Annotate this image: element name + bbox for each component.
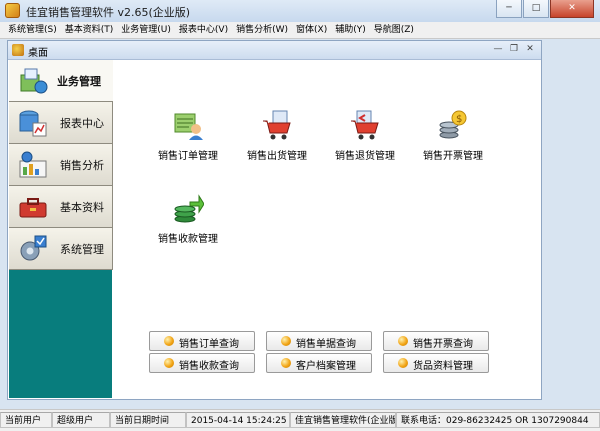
- status-user-value: 超级用户: [52, 412, 110, 428]
- sales-shipment-management[interactable]: 销售出货管理: [234, 109, 320, 169]
- quick-button-label: 销售单据查询: [296, 339, 356, 350]
- sidebar-item-business[interactable]: 业务管理: [9, 60, 113, 102]
- sidebar-item-label: 业务管理: [57, 75, 101, 88]
- menu-bar: 系统管理(S) 基本资料(T) 业务管理(U) 报表中心(V) 销售分析(W) …: [0, 22, 600, 39]
- quick-button-label: 销售收款查询: [179, 361, 239, 372]
- quick-button-label: 销售订单查询: [179, 339, 239, 350]
- customer-file-button[interactable]: 客户档案管理: [266, 353, 372, 373]
- function-label: 销售订单管理: [158, 151, 218, 162]
- desktop-title: 桌面: [28, 48, 48, 59]
- status-contact: 联系电话：029-86232425 OR 1307290844: [396, 412, 600, 428]
- sales-receipt-management[interactable]: 销售收款管理: [145, 192, 231, 252]
- sales-receipt-icon: [174, 194, 204, 223]
- sidebar-item-label: 报表中心: [60, 117, 104, 130]
- sales-order-query-button[interactable]: 销售订单查询: [149, 331, 255, 351]
- goods-data-button[interactable]: 货品资料管理: [383, 353, 489, 373]
- sidebar: 业务管理 报表中心 销售分析 基本资料 系统管理: [9, 60, 113, 398]
- minimize-icon[interactable]: ─: [496, 0, 522, 18]
- bullet-icon: [164, 336, 174, 346]
- sales-return-icon: [351, 110, 379, 140]
- status-date-value: 2015-04-14 15:24:25: [186, 412, 290, 428]
- sales-invoice-icon: $: [439, 110, 467, 139]
- status-bar: 当前用户 超级用户 当前日期时间 2015-04-14 15:24:25 佳宜销…: [0, 409, 600, 431]
- title-bar: 佳宜销售管理软件 v2.65(企业版) ─ □ ✕: [0, 0, 600, 23]
- bullet-icon: [164, 358, 174, 368]
- menu-business[interactable]: 业务管理(U): [113, 22, 171, 38]
- desktop-icon: [12, 44, 24, 56]
- sidebar-item-label: 销售分析: [60, 159, 104, 172]
- sidebar-item-report[interactable]: 报表中心: [9, 102, 113, 144]
- desktop-minimize-icon[interactable]: —: [491, 43, 505, 56]
- menu-report[interactable]: 报表中心(V): [171, 22, 228, 38]
- sales-document-query-button[interactable]: 销售单据查询: [266, 331, 372, 351]
- menu-navigation[interactable]: 导航图(Z): [366, 22, 414, 38]
- desktop-close-icon[interactable]: ✕: [523, 43, 537, 56]
- basic-data-icon: [19, 198, 47, 218]
- sidebar-item-system[interactable]: 系统管理: [9, 228, 113, 270]
- report-center-icon: [19, 110, 47, 137]
- window-controls: ─ □ ✕: [495, 0, 594, 18]
- menu-system[interactable]: 系统管理(S): [0, 22, 57, 38]
- sidebar-item-basic-data[interactable]: 基本资料: [9, 186, 113, 228]
- app-icon: [5, 3, 20, 18]
- sales-invoice-management[interactable]: $ 销售开票管理: [410, 109, 496, 169]
- menu-sales-analysis[interactable]: 销售分析(W): [228, 22, 288, 38]
- close-icon[interactable]: ✕: [550, 0, 594, 18]
- sales-analysis-icon: [19, 151, 47, 178]
- desktop-restore-icon[interactable]: ❐: [507, 43, 521, 56]
- status-date-label: 当前日期时间: [110, 412, 186, 428]
- system-management-icon: [20, 235, 47, 261]
- sales-shipment-icon: [263, 110, 291, 140]
- menu-assist[interactable]: 辅助(Y): [327, 22, 366, 38]
- menu-window[interactable]: 窗体(X): [288, 22, 327, 38]
- bullet-icon: [398, 358, 408, 368]
- sidebar-item-label: 系统管理: [60, 243, 104, 256]
- bullet-icon: [281, 336, 291, 346]
- quick-button-label: 客户档案管理: [296, 361, 356, 372]
- sales-order-management[interactable]: 销售订单管理: [145, 109, 231, 169]
- sidebar-item-sales-analysis[interactable]: 销售分析: [9, 144, 113, 186]
- desktop-title-bar: 桌面 — ❐ ✕: [8, 41, 541, 60]
- window-title: 佳宜销售管理软件 v2.65(企业版): [26, 6, 191, 19]
- desktop-controls: — ❐ ✕: [489, 43, 537, 56]
- quick-button-label: 货品资料管理: [413, 361, 473, 372]
- function-label: 销售退货管理: [335, 151, 395, 162]
- sales-return-management[interactable]: 销售退货管理: [322, 109, 408, 169]
- svg-text:$: $: [456, 114, 462, 125]
- sales-invoice-query-button[interactable]: 销售开票查询: [383, 331, 489, 351]
- maximize-icon[interactable]: □: [523, 0, 549, 18]
- function-label: 销售开票管理: [423, 151, 483, 162]
- sales-order-icon: [174, 113, 203, 140]
- function-label: 销售出货管理: [247, 151, 307, 162]
- bullet-icon: [281, 358, 291, 368]
- quick-button-label: 销售开票查询: [413, 339, 473, 350]
- business-management-icon: [20, 68, 48, 94]
- bullet-icon: [398, 336, 408, 346]
- desktop-window: 桌面 — ❐ ✕ 业务管理 报表中心 销售分析 基本资料 系统管理 销售订单管理…: [7, 40, 542, 400]
- status-user-label: 当前用户: [0, 412, 52, 428]
- status-product: 佳宜销售管理软件(企业版): [290, 412, 396, 428]
- sales-receipt-query-button[interactable]: 销售收款查询: [149, 353, 255, 373]
- sidebar-item-label: 基本资料: [60, 201, 104, 214]
- menu-basic-data[interactable]: 基本资料(T): [57, 22, 114, 38]
- function-label: 销售收款管理: [158, 234, 218, 245]
